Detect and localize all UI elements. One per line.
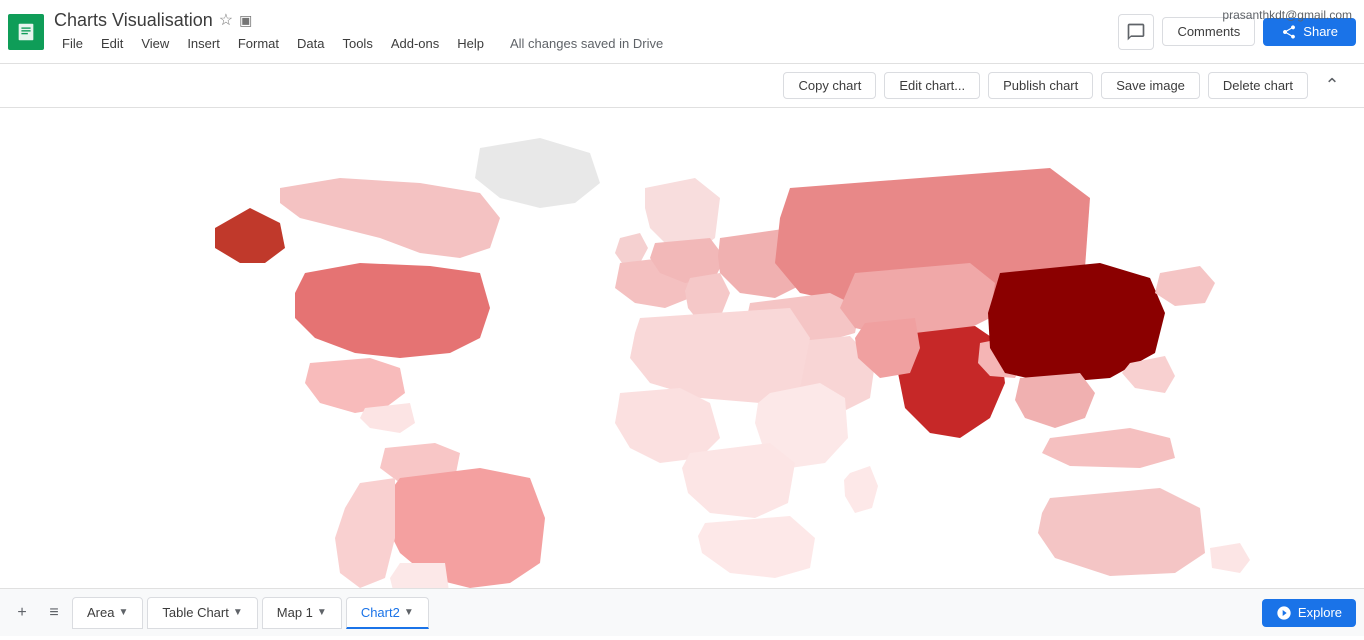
saved-status: All changes saved in Drive bbox=[510, 36, 663, 51]
top-bar: Charts Visualisation ☆ ▣ File Edit View … bbox=[0, 0, 1364, 64]
tab-table-chart[interactable]: Table Chart ▼ bbox=[147, 597, 257, 629]
tab-chart2-arrow: ▼ bbox=[404, 607, 414, 618]
add-sheet-button[interactable]: + bbox=[8, 599, 36, 627]
tab-map1[interactable]: Map 1 ▼ bbox=[262, 597, 342, 629]
star-icon[interactable]: ☆ bbox=[219, 10, 233, 30]
menu-tools[interactable]: Tools bbox=[334, 33, 380, 54]
tab-table-chart-label: Table Chart bbox=[162, 605, 228, 620]
menu-format[interactable]: Format bbox=[230, 33, 287, 54]
plus-icon: + bbox=[17, 604, 26, 622]
title-area: Charts Visualisation ☆ ▣ File Edit View … bbox=[54, 10, 663, 54]
menu-insert[interactable]: Insert bbox=[179, 33, 228, 54]
explore-button[interactable]: Explore bbox=[1262, 599, 1356, 627]
doc-title: Charts Visualisation ☆ ▣ bbox=[54, 10, 663, 31]
menu-view[interactable]: View bbox=[133, 33, 177, 54]
comment-button[interactable] bbox=[1118, 14, 1154, 50]
bottom-bar: + ≡ Area ▼ Table Chart ▼ Map 1 ▼ Chart2 … bbox=[0, 588, 1364, 636]
doc-title-text[interactable]: Charts Visualisation bbox=[54, 10, 213, 31]
world-map-chart bbox=[0, 108, 1364, 588]
tab-area-label: Area bbox=[87, 605, 114, 620]
publish-chart-button[interactable]: Publish chart bbox=[988, 72, 1093, 99]
collapse-button[interactable]: ⌃ bbox=[1316, 70, 1348, 102]
edit-chart-button[interactable]: Edit chart... bbox=[884, 72, 980, 99]
tab-area[interactable]: Area ▼ bbox=[72, 597, 143, 629]
user-email: prasanthkdt@gmail.com bbox=[1222, 8, 1352, 22]
explore-label: Explore bbox=[1298, 605, 1342, 620]
tab-table-chart-arrow: ▼ bbox=[233, 607, 243, 618]
chart-area bbox=[0, 108, 1364, 588]
tab-area-arrow: ▼ bbox=[118, 607, 128, 618]
folder-icon[interactable]: ▣ bbox=[239, 12, 252, 29]
sheet-menu-button[interactable]: ≡ bbox=[40, 599, 68, 627]
menu-file[interactable]: File bbox=[54, 33, 91, 54]
save-image-button[interactable]: Save image bbox=[1101, 72, 1200, 99]
menu-icon: ≡ bbox=[49, 604, 58, 622]
tab-chart2[interactable]: Chart2 ▼ bbox=[346, 597, 429, 629]
menu-bar: File Edit View Insert Format Data Tools … bbox=[54, 33, 663, 54]
app-icon[interactable] bbox=[8, 14, 44, 50]
menu-edit[interactable]: Edit bbox=[93, 33, 131, 54]
copy-chart-button[interactable]: Copy chart bbox=[783, 72, 876, 99]
country-argentina bbox=[390, 563, 450, 588]
menu-addons[interactable]: Add-ons bbox=[383, 33, 447, 54]
tab-map1-label: Map 1 bbox=[277, 605, 313, 620]
tab-chart2-label: Chart2 bbox=[361, 605, 400, 620]
menu-help[interactable]: Help bbox=[449, 33, 492, 54]
menu-data[interactable]: Data bbox=[289, 33, 332, 54]
tab-map1-arrow: ▼ bbox=[317, 607, 327, 618]
share-label: Share bbox=[1303, 24, 1338, 39]
delete-chart-button[interactable]: Delete chart bbox=[1208, 72, 1308, 99]
chart-toolbar: Copy chart Edit chart... Publish chart S… bbox=[0, 64, 1364, 108]
